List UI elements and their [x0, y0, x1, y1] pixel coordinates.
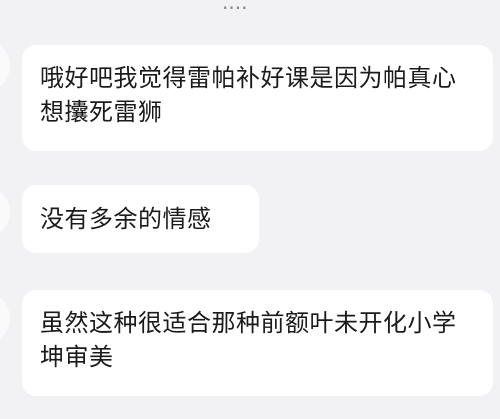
- avatar[interactable]: [0, 186, 10, 238]
- message-text: 哦好吧我觉得雷帕补好课是因为帕真心想攮死雷狮: [40, 64, 457, 126]
- message-bubble[interactable]: 哦好吧我觉得雷帕补好课是因为帕真心想攮死雷狮: [22, 45, 493, 151]
- message-bubble[interactable]: 虽然这种很适合那种前额叶未开化小学坤审美: [22, 290, 493, 396]
- avatar[interactable]: [0, 292, 10, 344]
- message-bubble[interactable]: 没有多余的情感: [22, 185, 259, 253]
- avatar[interactable]: [0, 40, 10, 92]
- partial-header-text: ....: [222, 0, 248, 14]
- message-text: 没有多余的情感: [40, 205, 212, 233]
- chat-view: .... 哦好吧我觉得雷帕补好课是因为帕真心想攮死雷狮 没有多余的情感 虽然这种…: [0, 0, 500, 419]
- message-text: 虽然这种很适合那种前额叶未开化小学坤审美: [40, 309, 457, 371]
